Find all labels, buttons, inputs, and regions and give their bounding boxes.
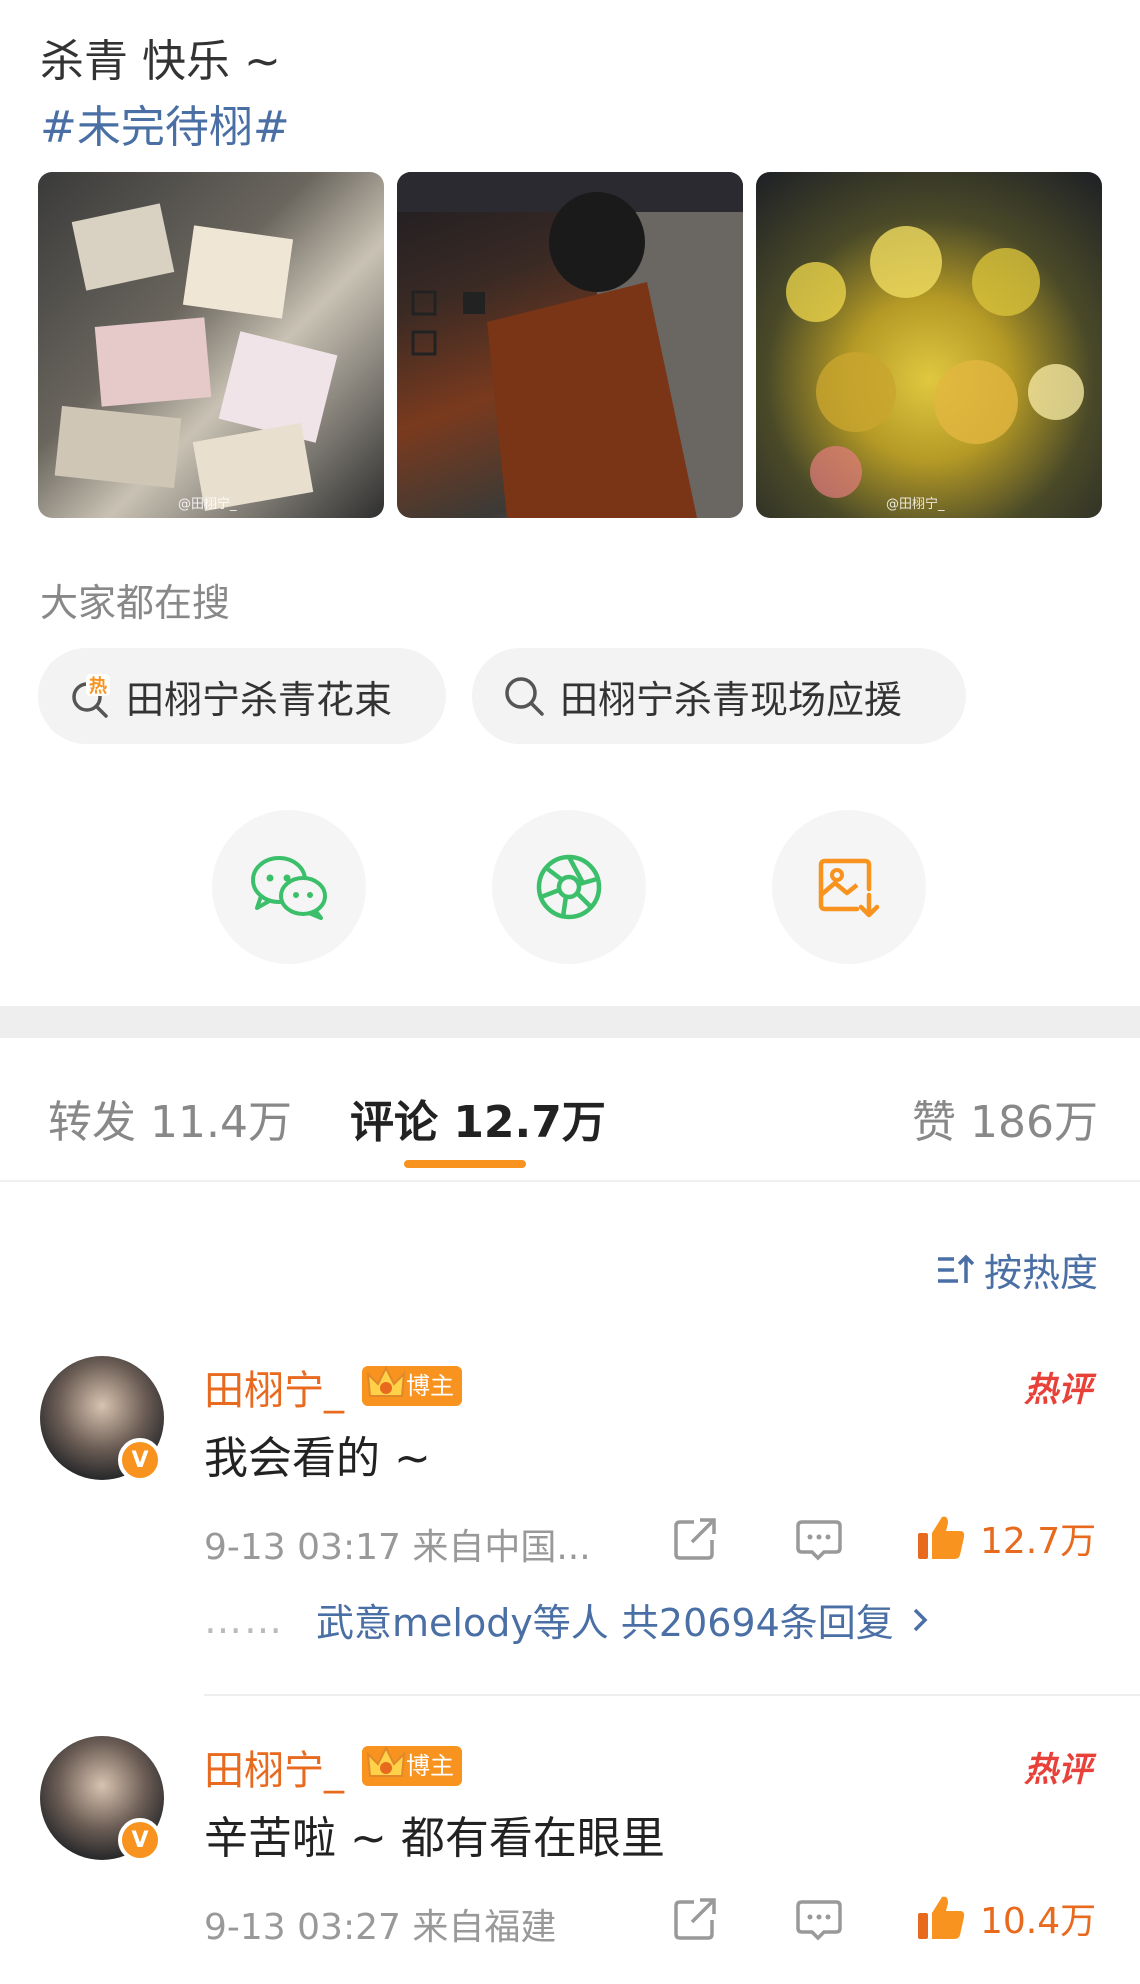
section-divider bbox=[0, 1006, 1140, 1038]
trending-title: 大家都在搜 bbox=[40, 581, 231, 625]
share-comment-button[interactable] bbox=[672, 1516, 718, 1566]
comment-meta: 9-13 03:27 来自福建 bbox=[204, 1907, 557, 1948]
like-comment-button[interactable]: 12.7万 bbox=[916, 1512, 1096, 1564]
tab-like[interactable]: 赞 186万 bbox=[912, 1086, 1098, 1150]
post-image-1-art bbox=[54, 203, 338, 512]
save-image-icon bbox=[818, 858, 880, 918]
sort-by-hot-button[interactable]: 按热度 bbox=[936, 1242, 1098, 1297]
post-hashtag[interactable]: #未完待栩# bbox=[40, 96, 290, 160]
comment-item: V 田栩宁_ 博主 热评 我会看的 ~ 9-13 03:17 来自中国... 1… bbox=[0, 1356, 1140, 1696]
thumbs-up-icon bbox=[918, 1896, 965, 1939]
trending-chip-label: 田栩宁杀青现场应援 bbox=[560, 677, 903, 722]
hot-search-icon: 热 bbox=[72, 674, 110, 718]
search-icon bbox=[505, 677, 544, 716]
crown-icon bbox=[366, 1365, 406, 1397]
save-image-button[interactable] bbox=[772, 810, 926, 964]
like-comment-button[interactable]: 10.4万 bbox=[916, 1892, 1096, 1944]
trending-chip-label: 田栩宁杀青花束 bbox=[126, 677, 393, 722]
comment-item: V 田栩宁_ 博主 热评 辛苦啦 ~ 都有看在眼里 9-13 03:27 来自福… bbox=[0, 1736, 1140, 1984]
hot-mark: 热 bbox=[89, 675, 107, 697]
post-image-3[interactable]: @田栩宁_ bbox=[756, 172, 1102, 518]
share-wechat-button[interactable] bbox=[212, 810, 366, 964]
image-watermark: @田栩宁_ bbox=[178, 497, 237, 512]
crown-icon bbox=[366, 1745, 406, 1777]
share-moments-button[interactable] bbox=[492, 810, 646, 964]
chevron-right-icon bbox=[913, 1608, 928, 1631]
verified-badge: V bbox=[118, 1818, 162, 1862]
wechat-icon bbox=[251, 856, 327, 920]
sort-icon bbox=[937, 1254, 975, 1283]
post-image-1[interactable]: @田栩宁_ bbox=[38, 172, 384, 518]
hot-comment-badge: 热评 bbox=[1024, 1370, 1092, 1410]
trending-chip-1[interactable]: 热 田栩宁杀青花束 bbox=[38, 648, 446, 744]
comment-text: 辛苦啦 ~ 都有看在眼里 bbox=[204, 1813, 665, 1864]
comment-text: 我会看的 ~ bbox=[204, 1433, 431, 1484]
comment-username[interactable]: 田栩宁_ bbox=[204, 1358, 344, 1416]
post-image-2-art bbox=[397, 172, 743, 518]
reply-comment-button[interactable] bbox=[796, 1896, 842, 1946]
trending-chip-2[interactable]: 田栩宁杀青现场应援 bbox=[472, 648, 966, 744]
blogger-badge-label: 博主 bbox=[406, 1752, 454, 1780]
comment-divider bbox=[204, 1694, 1140, 1696]
comment-icon bbox=[796, 1900, 842, 1941]
blogger-badge: 博主 bbox=[362, 1745, 462, 1786]
post-images: @田栩宁_ @田栩宁_ bbox=[38, 172, 1102, 518]
sort-label: 按热度 bbox=[983, 1251, 1098, 1295]
post-image-3-art bbox=[786, 226, 1084, 498]
comment-icon bbox=[796, 1520, 842, 1561]
thumbs-up-icon bbox=[918, 1516, 965, 1559]
post-text: 杀青 快乐 ~ bbox=[40, 36, 281, 87]
share-icon bbox=[674, 1898, 716, 1940]
moments-icon bbox=[536, 854, 602, 920]
verified-badge: V bbox=[118, 1438, 162, 1482]
active-tab-indicator bbox=[404, 1160, 526, 1168]
share-icon bbox=[674, 1518, 716, 1560]
interaction-tabs: 转发 11.4万 评论 12.7万 赞 186万 bbox=[0, 1038, 1140, 1182]
blogger-badge-label: 博主 bbox=[406, 1372, 454, 1400]
like-count: 10.4万 bbox=[980, 1901, 1097, 1942]
blogger-badge: 博主 bbox=[362, 1365, 462, 1406]
hot-comment-badge: 热评 bbox=[1024, 1750, 1092, 1790]
share-comment-button[interactable] bbox=[672, 1896, 718, 1946]
replies-text: 武意melody等人 共20694条回复 bbox=[316, 1601, 894, 1645]
comment-username[interactable]: 田栩宁_ bbox=[204, 1738, 344, 1796]
view-replies-link[interactable]: …… 武意melody等人 共20694条回复 bbox=[204, 1592, 930, 1647]
comment-meta: 9-13 03:17 来自中国... bbox=[204, 1527, 591, 1568]
post-image-2[interactable] bbox=[397, 172, 743, 518]
like-count: 12.7万 bbox=[980, 1521, 1097, 1562]
replies-dots: …… bbox=[204, 1597, 284, 1642]
image-watermark: @田栩宁_ bbox=[886, 497, 945, 512]
tab-repost[interactable]: 转发 11.4万 bbox=[48, 1086, 292, 1150]
reply-comment-button[interactable] bbox=[796, 1516, 842, 1566]
